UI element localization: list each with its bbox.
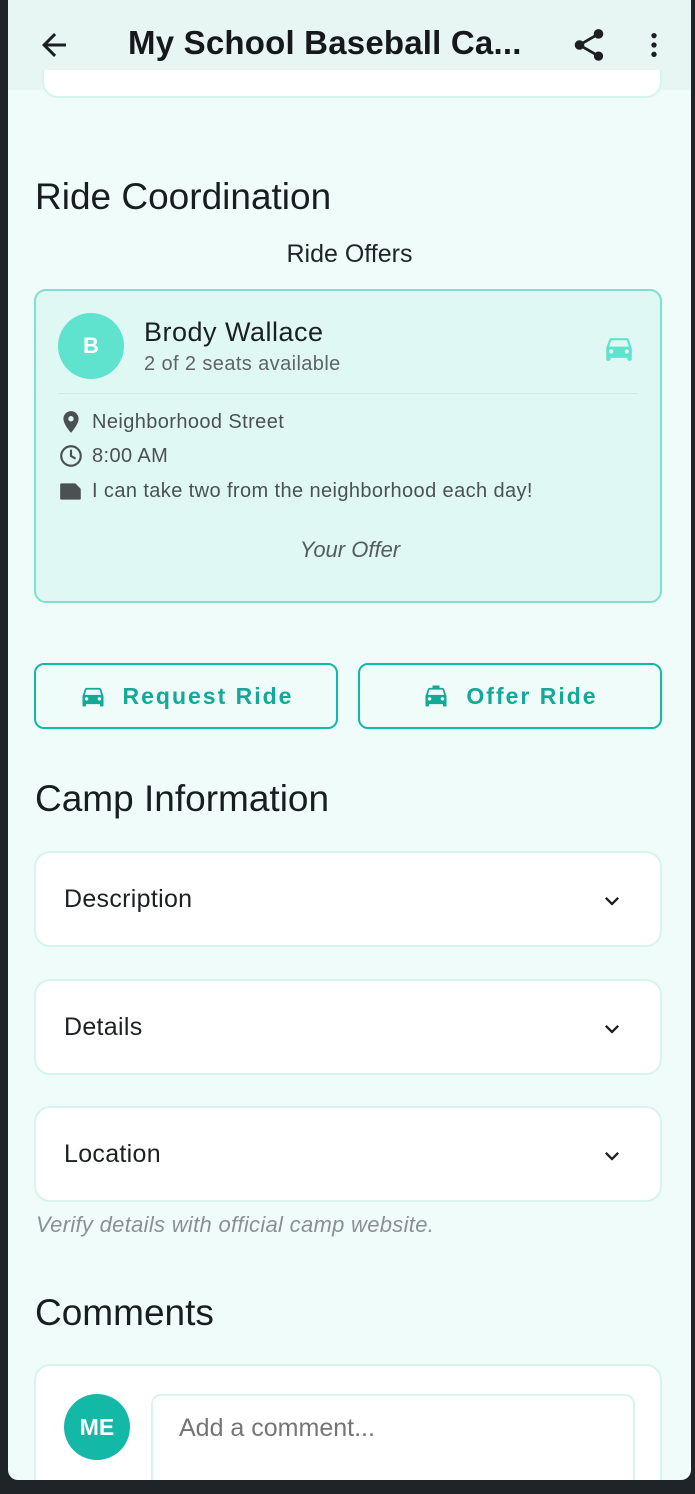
offer-driver-name: Brody Wallace xyxy=(144,317,324,347)
camp-information-heading: Camp Information xyxy=(35,778,330,819)
accordion-location[interactable]: Location xyxy=(34,1106,662,1202)
ride-coordination-heading: Ride Coordination xyxy=(35,176,332,217)
car-icon xyxy=(82,687,103,707)
chevron-down-icon xyxy=(605,1152,619,1161)
offer-ride-button[interactable]: Offer Ride xyxy=(358,663,662,729)
comments-heading: Comments xyxy=(35,1292,214,1333)
comment-input[interactable] xyxy=(151,1394,635,1480)
accordion-label: Details xyxy=(64,1013,143,1041)
accordion-description[interactable]: Description xyxy=(34,851,662,947)
request-ride-label: Request Ride xyxy=(122,682,294,709)
page-title: My School Baseball Ca... xyxy=(128,24,522,61)
offer-location-row: Neighborhood Street xyxy=(58,409,284,435)
offer-seats: 2 of 2 seats available xyxy=(144,353,341,375)
arrow-back-icon[interactable] xyxy=(36,27,72,63)
avatar: ME xyxy=(64,1394,130,1460)
offer-note-row: I can take two from the neighborhood eac… xyxy=(58,478,533,504)
accordion-label: Location xyxy=(64,1140,161,1168)
clock-icon xyxy=(60,445,82,467)
app-screen: My School Baseball Ca... Ride Coordinati… xyxy=(8,0,691,1480)
request-ride-button[interactable]: Request Ride xyxy=(34,663,338,729)
accordion-details[interactable]: Details xyxy=(34,979,662,1075)
offer-note: I can take two from the neighborhood eac… xyxy=(92,479,533,502)
avatar: B xyxy=(58,313,124,379)
share-icon[interactable] xyxy=(570,26,608,64)
offer-location: Neighborhood Street xyxy=(92,410,285,433)
comment-composer: ME xyxy=(34,1364,662,1480)
location-pin-icon xyxy=(63,411,79,433)
ride-offer-card[interactable]: B Brody Wallace 2 of 2 seats available N… xyxy=(34,289,662,603)
accordion-label: Description xyxy=(64,885,193,913)
card-divider xyxy=(58,393,638,394)
note-icon xyxy=(60,483,81,500)
taxi-icon xyxy=(425,685,447,707)
offer-time-row: 8:00 AM xyxy=(58,443,168,469)
camp-disclaimer: Verify details with official camp websit… xyxy=(36,1212,435,1237)
more-vertical-icon[interactable] xyxy=(638,26,670,64)
your-offer-label: Your Offer xyxy=(299,537,401,562)
offer-time: 8:00 AM xyxy=(92,444,169,467)
ride-offers-heading: Ride Offers xyxy=(286,240,413,268)
chevron-down-icon xyxy=(605,1025,619,1034)
previous-card-edge xyxy=(42,70,662,98)
offer-ride-label: Offer Ride xyxy=(466,682,598,709)
car-icon xyxy=(606,338,632,361)
chevron-down-icon xyxy=(605,897,619,906)
